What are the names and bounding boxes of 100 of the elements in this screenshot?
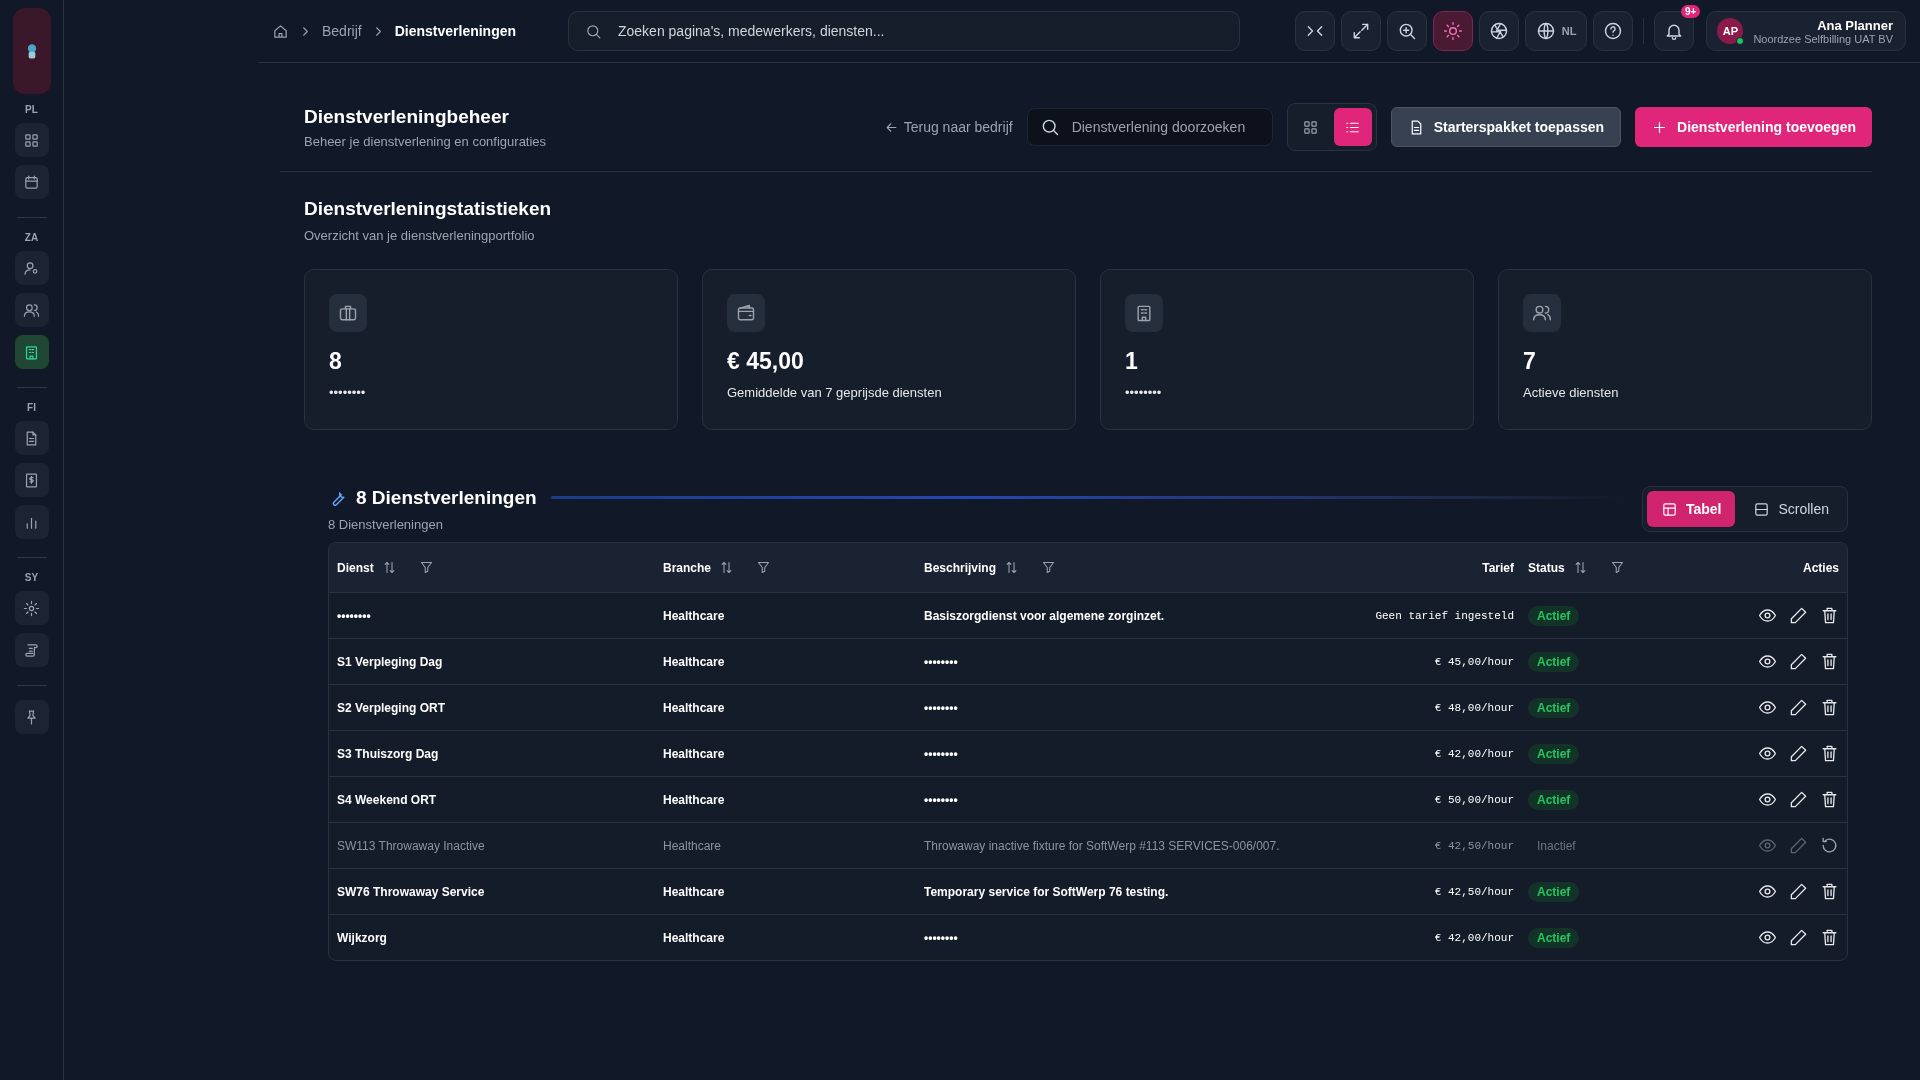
mode-tab[interactable]: Tabel xyxy=(1646,491,1736,527)
status-badge: Actief xyxy=(1528,743,1580,764)
table-row[interactable]: S3 Thuiszorg Dag Healthcare •••••••• € 42,00/hour Actief xyxy=(329,730,1847,776)
add-service-button[interactable]: Dienstverlening toevoegen xyxy=(1635,107,1872,147)
toolbar-button[interactable] xyxy=(1340,11,1381,51)
table-cell: € 42,00/hour xyxy=(1434,747,1514,760)
wallet-icon xyxy=(736,303,756,323)
sidebar-item[interactable] xyxy=(14,463,49,497)
filter-icon[interactable] xyxy=(418,560,434,575)
view-icon[interactable] xyxy=(1758,744,1777,763)
list-title: 8 Dienstverleningen xyxy=(356,486,537,509)
search-input[interactable]: Zoeken pagina's, medewerkers, diensten... xyxy=(616,22,1223,40)
column-header: Tarief xyxy=(1482,560,1514,575)
breadcrumb-link[interactable]: Bedrijf xyxy=(322,23,362,39)
language-button[interactable]: NL xyxy=(1524,11,1588,51)
restore-icon[interactable] xyxy=(1820,836,1839,855)
back-link[interactable]: Terug naar bedrijf xyxy=(883,119,1013,135)
delete-icon[interactable] xyxy=(1820,698,1839,717)
search-icon xyxy=(585,22,602,40)
status-badge: Actief xyxy=(1528,927,1580,948)
user-menu[interactable]: AP Ana Planner Noordzee Selfbilling UAT BV xyxy=(1706,11,1906,51)
table-row[interactable]: S1 Verpleging Dag Healthcare •••••••• € 45,00/hour Actief xyxy=(329,638,1847,684)
sort-icon[interactable] xyxy=(381,560,397,575)
mode-tab[interactable]: Scrollen xyxy=(1739,491,1843,527)
toolbar-button[interactable] xyxy=(1478,11,1519,51)
sidebar-item[interactable] xyxy=(14,633,49,667)
table-cell: S1 Verpleging Dag xyxy=(337,654,443,669)
grid-icon xyxy=(23,131,40,149)
table-cell: Healthcare xyxy=(663,930,725,945)
sidebar-item[interactable] xyxy=(14,335,49,369)
table-cell: Throwaway inactive fixture for SoftWerp #113 SERVICES-006/007. xyxy=(924,838,1280,853)
view-icon[interactable] xyxy=(1758,790,1777,809)
table-row[interactable]: SW76 Throwaway Service Healthcare Temporary service for SoftWerp 76 testing. € 42,50/hour Actief xyxy=(329,868,1847,914)
status-badge: Actief xyxy=(1528,605,1580,626)
page-subtitle: Beheer je dienstverlening en configuraties xyxy=(304,133,547,149)
table-cell: € 42,50/hour xyxy=(1434,839,1514,852)
table-cell: Wijkzorg xyxy=(337,930,387,945)
section-label: FI xyxy=(27,402,36,413)
avatar: AP xyxy=(1717,18,1744,44)
view-icon[interactable] xyxy=(1758,606,1777,625)
page-title: Dienstverleningbeheer xyxy=(304,105,510,128)
home-icon[interactable] xyxy=(272,22,289,40)
toolbar-button[interactable] xyxy=(1386,11,1427,51)
filter-icon[interactable] xyxy=(756,560,772,575)
filter-icon[interactable] xyxy=(1041,560,1057,575)
section-label: PL xyxy=(25,104,38,115)
table-cell: S4 Weekend ORT xyxy=(337,792,437,807)
search-field[interactable]: Zoeken pagina's, medewerkers, diensten... xyxy=(568,11,1240,51)
view-icon[interactable] xyxy=(1758,698,1777,717)
table-row[interactable]: S2 Verpleging ORT Healthcare •••••••• € 48,00/hour Actief xyxy=(329,684,1847,730)
sidebar-item[interactable] xyxy=(14,293,49,327)
delete-icon[interactable] xyxy=(1820,606,1839,625)
sort-icon[interactable] xyxy=(1572,560,1588,575)
sidebar-item[interactable] xyxy=(14,591,49,625)
delete-icon[interactable] xyxy=(1820,928,1839,947)
logo-tile[interactable] xyxy=(12,8,51,94)
stat-value: € 45,00 xyxy=(727,348,804,375)
table-row[interactable]: •••••••• Healthcare Basiszorgdienst voor algemene zorginzet. Geen tarief ingesteld Actief xyxy=(329,592,1847,638)
sidebar-item[interactable] xyxy=(14,421,49,455)
search-input[interactable]: Dienstverlening doorzoeken xyxy=(1069,118,1260,136)
toolbar-button[interactable] xyxy=(1294,11,1335,51)
view-icon[interactable] xyxy=(1758,928,1777,947)
organization-name: Noordzee Selfbilling UAT BV xyxy=(1753,32,1893,45)
rows-icon xyxy=(1753,500,1771,518)
table-cell: Healthcare xyxy=(663,654,725,669)
table-cell: •••••••• xyxy=(924,700,958,715)
sidebar-item[interactable] xyxy=(14,165,49,199)
sidebar-item[interactable] xyxy=(14,123,49,157)
stat-label: Gemiddelde van 7 geprijsde diensten xyxy=(727,385,942,400)
user-name: Ana Planner xyxy=(1817,17,1893,33)
stat-label: •••••••• xyxy=(329,385,366,400)
starter-pack-button[interactable]: Starterspakket toepassen xyxy=(1390,107,1622,147)
delete-icon[interactable] xyxy=(1820,790,1839,809)
table-cell: •••••••• xyxy=(924,746,958,761)
help-icon xyxy=(1603,21,1624,41)
table-cell: € 42,00/hour xyxy=(1434,931,1514,944)
table-row[interactable]: Wijkzorg Healthcare •••••••• € 42,00/hour Actief xyxy=(329,914,1847,960)
notification-badge: 9+ xyxy=(1681,5,1701,18)
table-row[interactable]: SW113 Throwaway Inactive Healthcare Throwaway inactive fixture for SoftWerp #113 SERVICES-006/007. € 42,50/hour Inactief xyxy=(329,822,1847,868)
section-title: Dienstverleningstatistieken xyxy=(304,198,553,220)
column-header: Acties xyxy=(1802,560,1839,575)
table-row[interactable]: S4 Weekend ORT Healthcare •••••••• € 50,00/hour Actief xyxy=(329,776,1847,822)
sidebar-item[interactable] xyxy=(14,700,49,734)
delete-icon[interactable] xyxy=(1820,744,1839,763)
section-label: ZA xyxy=(24,232,39,243)
help-button[interactable] xyxy=(1593,11,1634,51)
search-field[interactable]: Dienstverlening doorzoeken xyxy=(1026,108,1273,146)
filter-icon[interactable] xyxy=(1609,560,1625,575)
delete-icon[interactable] xyxy=(1820,652,1839,671)
view-button[interactable] xyxy=(1333,108,1372,146)
breadcrumb-link[interactable]: Dienstverleningen xyxy=(394,23,517,39)
table-cell: Healthcare xyxy=(663,792,725,807)
sidebar-item[interactable] xyxy=(14,251,49,285)
scroll-icon xyxy=(23,641,40,659)
delete-icon[interactable] xyxy=(1820,882,1839,901)
view-icon[interactable] xyxy=(1758,882,1777,901)
table-cell: Healthcare xyxy=(663,700,725,715)
stat-value: 8 xyxy=(329,348,342,375)
table-cell: Temporary service for SoftWerp 76 testing. xyxy=(924,884,1169,899)
view-icon[interactable] xyxy=(1758,652,1777,671)
